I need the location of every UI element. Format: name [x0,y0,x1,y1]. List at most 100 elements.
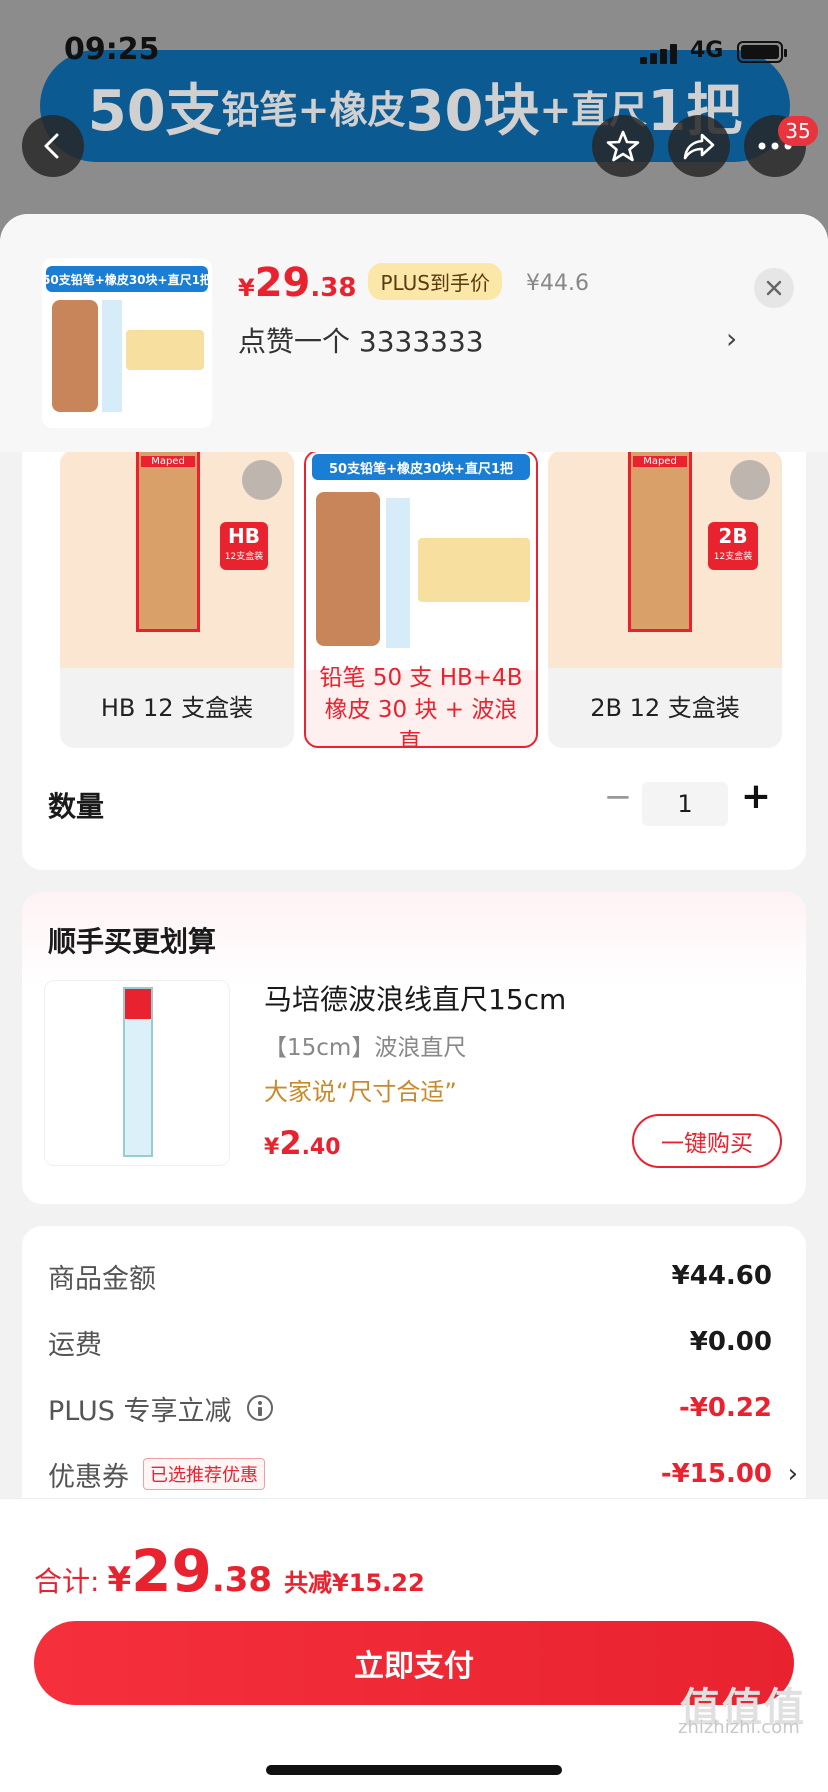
ruler-image [386,498,410,648]
share-button[interactable] [668,115,730,177]
chevron-right-icon[interactable]: › [788,1459,798,1489]
share-icon [683,133,715,160]
signal-icon [640,42,680,64]
summary-row-shipping: 运费 ¥0.00 [48,1322,772,1362]
network-label: 4G [690,38,724,63]
eraser-box-image [418,538,530,602]
watermark-text: zhizhizhi.com [678,1717,800,1738]
variant-image: Maped HB 12支盒装 [60,450,294,668]
summary-value: -¥0.22 [678,1393,772,1423]
price-row: ¥ 29 .38 PLUS到手价 ¥44.6 [238,260,589,306]
original-price: ¥44.6 [525,271,589,296]
close-button[interactable] [754,268,794,308]
quantity-decrease-button[interactable]: − [600,780,636,816]
watermark-logo: 值值值 [680,1685,806,1731]
quantity-increase-button[interactable]: + [738,778,774,818]
one-click-buy-button[interactable]: 一键购买 [632,1114,782,1168]
eraser-box-image [126,330,204,370]
summary-label: PLUS 专享立减 [48,1395,232,1427]
price-decimal: .38 [310,273,357,303]
total-currency: ¥ [107,1560,132,1600]
status-time: 09:25 [64,32,160,67]
price-decimal: .40 [301,1135,341,1160]
bundle-card: 顺手买更划算 马培德波浪线直尺15cm 【15cm】波浪直尺 大家说“尺寸合适”… [22,892,806,1204]
close-icon [766,280,782,296]
bundle-banner: 50支铅笔+橡皮30块+直尺1把 [312,454,530,480]
variant-label: HB 12 支盒装 [100,694,254,722]
favorite-button[interactable] [592,115,654,177]
expand-icon[interactable] [730,460,770,500]
brand-label: Maped [141,456,195,467]
summary-value: ¥44.60 [671,1261,772,1291]
summary-row-plus-discount: PLUS 专享立减 -¥0.22 [48,1388,772,1428]
total-row: 合计: ¥ 29 .38 共减¥15.22 [34,1537,425,1605]
variant-image: 50支铅笔+橡皮30块+直尺1把 [306,452,536,670]
banner-part1: 50支 [87,78,222,144]
badge-sub: 12支盒装 [713,552,753,562]
summary-label: 优惠券 [48,1461,129,1493]
bundle-title: 顺手买更划算 [48,925,217,958]
variant-image: Maped 2B 12支盒装 [548,450,782,668]
summary-label-wrap: 优惠券 已选推荐优惠 [48,1455,265,1494]
battery-icon [737,41,787,63]
price-currency: ¥ [264,1135,280,1160]
pencil-tube-image [52,300,98,412]
selection-summary[interactable]: 点赞一个 3333333 [238,320,484,360]
ruler-packaging-top [125,989,151,1019]
thumb-banner: 50支铅笔+橡皮30块+直尺1把 [46,266,208,292]
total-saving: 共减¥15.22 [284,1569,425,1597]
badge-sub: 12支盒装 [224,552,264,562]
summary-value: ¥0.00 [689,1327,772,1357]
chevron-right-icon[interactable]: › [726,322,737,355]
pencil-box-image: Maped [136,450,200,632]
variant-card: Maped HB 12支盒装 HB 12 支盒装 50支铅笔+橡皮30块+直尺1… [22,410,806,870]
info-icon[interactable] [247,1395,274,1421]
variant-option-hb[interactable]: Maped HB 12支盒装 HB 12 支盒装 [60,450,294,748]
checkout-bar: 合计: ¥ 29 .38 共减¥15.22 立即支付 值值值 zhizhizhi… [0,1498,828,1792]
variant-label: 铅笔 50 支 HB+4B 橡皮 30 块 + 波浪直... [319,665,523,748]
product-thumbnail[interactable]: 50支铅笔+橡皮30块+直尺1把 [42,258,212,428]
hb-badge: HB 12支盒装 [220,522,268,570]
star-icon [606,130,640,162]
pencil-box-image: Maped [628,450,692,632]
bundle-product-spec: 【15cm】波浪直尺 [264,1035,467,1061]
bundle-product-name[interactable]: 马培德波浪线直尺15cm [264,978,566,1018]
banner-part2: 铅笔+橡皮 [221,87,406,132]
summary-value: -¥15.00 [660,1459,772,1489]
total-integer: 29 [131,1537,212,1605]
price-integer: 2 [279,1124,302,1162]
2b-badge: 2B 12支盒装 [708,522,758,570]
summary-label: 运费 [48,1329,102,1361]
banner-part3: 30块 [405,78,540,144]
chevron-left-icon [44,133,59,159]
bundle-thumbnail[interactable] [44,980,230,1166]
variant-option-bundle[interactable]: 50支铅笔+橡皮30块+直尺1把 铅笔 50 支 HB+4B 橡皮 30 块 +… [304,450,538,748]
summary-row-coupon[interactable]: 优惠券 已选推荐优惠 -¥15.00 › [48,1454,798,1494]
bundle-price: ¥ 2 .40 [264,1124,341,1162]
coupon-tag: 已选推荐优惠 [143,1458,265,1490]
badge-title: HB [228,524,260,548]
status-bar: 09:25 4G [0,28,828,76]
home-indicator[interactable] [266,1765,562,1775]
brand-label: Maped [633,456,687,467]
message-count-badge: 35 [778,116,818,146]
price-summary-card: 商品金额 ¥44.60 运费 ¥0.00 PLUS 专享立减 -¥0.22 优惠… [22,1226,806,1526]
price-integer: 29 [254,260,311,306]
badge-title: 2B [718,524,748,548]
back-button[interactable] [22,115,84,177]
plus-price-tag: PLUS到手价 [368,263,502,300]
pencil-tube-image [316,492,380,646]
quantity-label: 数量 [48,790,105,823]
summary-label-wrap: PLUS 专享立减 [48,1389,274,1428]
expand-icon[interactable] [242,460,282,500]
summary-row-subtotal: 商品金额 ¥44.60 [48,1256,772,1296]
quantity-input[interactable]: 1 [642,782,728,826]
bundle-review: 大家说“尺寸合适” [264,1078,457,1106]
product-header: 50支铅笔+橡皮30块+直尺1把 ¥ 29 .38 PLUS到手价 ¥44.6 … [0,214,828,452]
ruler-image [102,300,122,412]
summary-label: 商品金额 [48,1263,156,1295]
ruler-image [123,987,153,1157]
variant-option-2b[interactable]: Maped 2B 12支盒装 2B 12 支盒装 [548,450,782,748]
total-decimal: .38 [211,1560,273,1600]
total-label: 合计: [34,1565,100,1598]
